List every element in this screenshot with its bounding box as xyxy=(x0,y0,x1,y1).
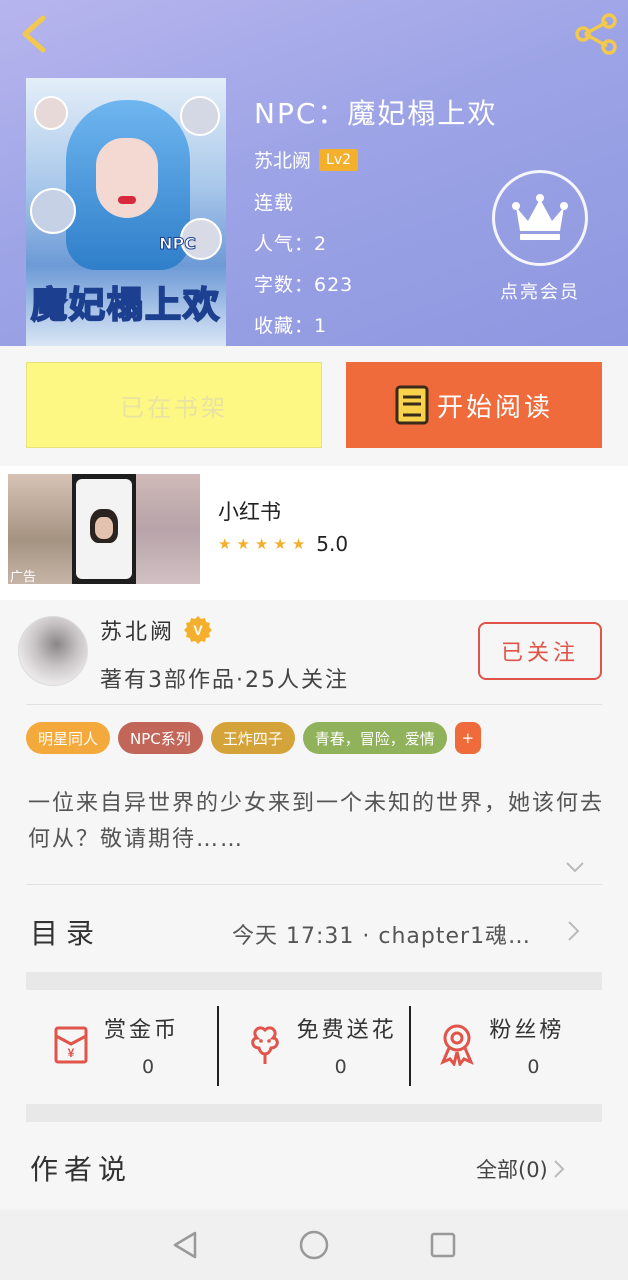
author-stats: 著有3部作品·25人关注 xyxy=(100,668,349,693)
send-flower-label: 免费送花 xyxy=(296,1018,397,1043)
cover-npc-text: NPC xyxy=(159,234,197,254)
chevron-right-icon xyxy=(554,1160,565,1178)
level-badge: Lv2 xyxy=(319,148,359,171)
star-icon: ★ xyxy=(273,535,287,553)
reward-coins-button[interactable]: ¥ 赏金币 0 xyxy=(26,1006,217,1086)
author-line: 苏北阙 Lv2 xyxy=(254,146,359,173)
nav-back-button[interactable] xyxy=(165,1225,205,1265)
verified-badge-text: V xyxy=(193,622,203,638)
ad-thumbnails xyxy=(8,474,200,584)
section-separator xyxy=(26,972,602,990)
medal-icon xyxy=(440,1024,475,1066)
latest-chapter: 今天 17:31 · chapter1魂… xyxy=(232,924,532,949)
ad-banner[interactable]: 广告 小红书 ★ ★ ★ ★ ★ 5.0 xyxy=(0,466,628,600)
cover-figure xyxy=(34,96,68,130)
svg-text:¥: ¥ xyxy=(68,1046,75,1060)
more-tags-button[interactable]: + xyxy=(454,722,481,754)
star-icon: ★ xyxy=(218,535,232,553)
cover-figure xyxy=(30,188,76,234)
start-reading-button[interactable]: 开始阅读 xyxy=(346,362,602,448)
follow-button[interactable]: 已关注 xyxy=(478,622,602,680)
author-card: 苏北阙 V 著有3部作品·25人关注 已关注 xyxy=(0,600,628,704)
book-cover[interactable]: NPC 魔妃榻上欢 xyxy=(26,78,226,346)
verified-badge-icon: V xyxy=(184,616,213,644)
vip-circle xyxy=(492,170,588,266)
fan-ranking-value: 0 xyxy=(527,1056,540,1078)
nav-recents-button[interactable] xyxy=(423,1225,463,1265)
author-name-row: 苏北阙 V xyxy=(100,614,213,646)
nav-home-button[interactable] xyxy=(294,1225,334,1265)
author-card-name[interactable]: 苏北阙 xyxy=(100,614,175,646)
book-title: NPC：魔妃榻上欢 xyxy=(254,97,498,130)
tag-chip[interactable]: 青春，冒险，爱情 xyxy=(302,722,447,754)
share-button[interactable] xyxy=(572,12,620,56)
toc-label: 目录 xyxy=(30,917,103,950)
tag-chip[interactable]: 明星同人 xyxy=(26,722,111,754)
back-button[interactable] xyxy=(12,12,56,56)
crown-icon xyxy=(512,194,568,240)
send-flower-value: 0 xyxy=(334,1056,347,1078)
triangle-back-icon xyxy=(173,1231,196,1259)
flower-icon xyxy=(250,1026,279,1064)
star-icon: ★ xyxy=(254,535,269,553)
book-popularity: 人气：2 xyxy=(254,233,328,255)
chevron-right-icon xyxy=(568,921,580,941)
author-saying-section: 作者说 全部(0) xyxy=(0,1124,628,1210)
send-flower-button[interactable]: 免费送花 0 xyxy=(216,1006,410,1086)
circle-home-icon xyxy=(299,1230,329,1260)
system-nav-bar xyxy=(0,1210,628,1280)
book-favorites: 收藏：1 xyxy=(254,315,328,337)
fan-ranking-label: 粉丝榜 xyxy=(489,1018,565,1043)
ad-rating-value: 5.0 xyxy=(316,532,349,556)
star-icon: ★ xyxy=(291,535,306,553)
star-icon: ★ xyxy=(236,535,250,553)
book-icon xyxy=(395,385,429,425)
in-shelf-button[interactable]: 已在书架 xyxy=(26,362,322,448)
chevron-left-icon xyxy=(22,15,46,53)
cover-title-text: 魔妃榻上欢 xyxy=(30,283,221,327)
cover-figure xyxy=(118,196,136,204)
vip-label: 点亮会员 xyxy=(500,282,580,303)
book-description: 一位来自异世界的少女来到一个未知的世界，她该何去何从？敬请期待…… xyxy=(28,791,605,852)
author-saying-all-label: 全部(0) xyxy=(476,1158,548,1182)
ad-rating: ★ ★ ★ ★ ★ 5.0 xyxy=(218,532,348,556)
divider xyxy=(26,884,602,885)
fan-ranking-button[interactable]: 粉丝榜 0 xyxy=(409,1006,602,1086)
ad-tag: 广告 xyxy=(10,570,37,585)
action-bar: 已在书架 开始阅读 xyxy=(0,346,628,466)
ad-thumbnail xyxy=(72,474,136,584)
cover-figure xyxy=(180,96,220,136)
chevron-down-icon[interactable] xyxy=(564,856,586,878)
tag-chip[interactable]: 王炸四子 xyxy=(210,722,295,754)
ad-thumbnail xyxy=(136,474,200,584)
stats-row: ¥ 赏金币 0 免费送花 0 粉丝榜 0 xyxy=(26,1006,602,1086)
author-saying-all-button[interactable]: 全部(0) xyxy=(476,1154,566,1184)
share-icon xyxy=(575,13,617,55)
reward-coins-value: 0 xyxy=(142,1056,155,1078)
red-envelope-icon: ¥ xyxy=(54,1026,88,1064)
start-reading-label: 开始阅读 xyxy=(436,392,553,423)
book-status: 连载 xyxy=(254,192,295,214)
divider xyxy=(26,704,602,705)
ad-app-name: 小红书 xyxy=(218,500,281,524)
reward-coins-label: 赏金币 xyxy=(104,1018,180,1043)
author-saying-title: 作者说 xyxy=(30,1153,133,1186)
author-avatar[interactable] xyxy=(18,616,88,686)
tag-list: 明星同人 NPC系列 王炸四子 青春，冒险，爱情 + xyxy=(26,722,481,754)
vip-button[interactable]: 点亮会员 xyxy=(488,170,592,304)
cover-figure xyxy=(96,138,158,218)
table-of-contents-row[interactable]: 目录 今天 17:31 · chapter1魂… xyxy=(0,886,628,972)
author-name[interactable]: 苏北阙 xyxy=(254,146,311,173)
section-separator xyxy=(26,1104,602,1122)
book-word-count: 字数：623 xyxy=(254,274,354,296)
square-recents-icon xyxy=(431,1232,456,1258)
book-header: NPC 魔妃榻上欢 NPC：魔妃榻上欢 苏北阙 Lv2 连载 人气：2 字数：6… xyxy=(0,0,628,346)
tag-chip[interactable]: NPC系列 xyxy=(118,722,203,754)
